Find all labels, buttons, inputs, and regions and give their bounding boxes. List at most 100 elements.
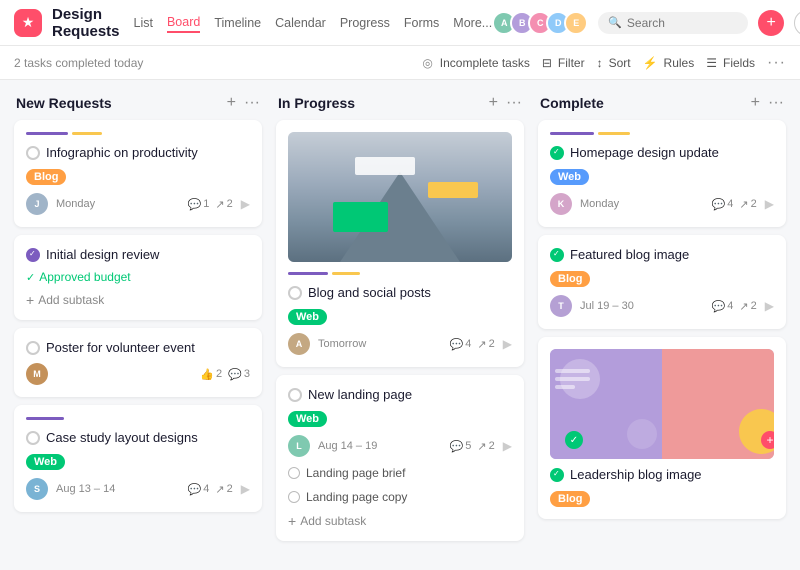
column-in-progress: In Progress + ··· Blog and <box>276 94 524 541</box>
add-button[interactable]: + <box>758 10 784 36</box>
comment-count: 💬 1 <box>188 198 210 211</box>
card-title-featured-blog: Featured blog image <box>550 247 774 262</box>
card-meta: 💬 4 ↗ 2 <box>450 338 495 351</box>
subtask-label-1: Landing page brief <box>306 466 405 480</box>
add-subtask-btn[interactable]: Add subtask <box>288 513 512 529</box>
card-date: Aug 13 – 14 <box>56 483 115 495</box>
card-title-case-study: Case study layout designs <box>26 430 250 445</box>
card-bars <box>550 132 774 135</box>
subitem-count: ↗ 2 <box>215 198 232 211</box>
card-footer: M 👍 2 💬 3 <box>26 363 250 385</box>
more-options[interactable]: ··· <box>767 54 786 72</box>
nav-more[interactable]: More... <box>453 14 492 32</box>
expand-button[interactable]: ▶ <box>503 337 512 351</box>
bar-yellow <box>332 272 360 275</box>
card-landing-page: New landing page Web L Aug 14 – 19 💬 5 ↗… <box>276 375 524 541</box>
subtask-2: Landing page copy <box>288 489 512 505</box>
user-avatars: A B C D E <box>492 11 588 35</box>
col-title-new-requests: New Requests <box>16 95 112 111</box>
filter-action[interactable]: ⊟Filter <box>542 56 585 70</box>
card-footer: K Monday 💬 4 ↗ 2 ▶ <box>550 193 774 215</box>
card-image-colorful: ✓ + <box>550 349 774 459</box>
search-input[interactable] <box>627 16 738 30</box>
card-avatar: L <box>288 435 310 457</box>
search-icon: 🔍 <box>608 16 622 29</box>
card-footer: T Jul 19 – 30 💬 4 ↗ 2 ▶ <box>550 295 774 317</box>
nav-calendar[interactable]: Calendar <box>275 14 326 32</box>
top-bar: ★ Design Requests List Board Timeline Ca… <box>0 0 800 46</box>
tag-blog: Blog <box>550 271 590 287</box>
col-add-new-requests[interactable]: + <box>227 94 236 112</box>
sub-bar: 2 tasks completed today ◎Incomplete task… <box>0 46 800 80</box>
card-bars <box>288 272 512 275</box>
col-more-in-progress[interactable]: ··· <box>506 94 522 112</box>
task-status-icon <box>26 146 40 160</box>
card-footer: S Aug 13 – 14 💬 4 ↗ 2 ▶ <box>26 478 250 500</box>
tag-web: Web <box>26 454 65 470</box>
design-left-panel: ✓ <box>550 349 662 459</box>
card-case-study: Case study layout designs Web S Aug 13 –… <box>14 405 262 512</box>
nav-list[interactable]: List <box>134 14 153 32</box>
bar-yellow <box>72 132 102 135</box>
avatar-5: E <box>564 11 588 35</box>
task-status-icon <box>288 388 302 402</box>
card-title-poster: Poster for volunteer event <box>26 340 250 355</box>
tag-blog: Blog <box>550 491 590 507</box>
task-status-complete-icon <box>550 468 564 482</box>
tag-blog: Blog <box>26 169 66 185</box>
rules-action[interactable]: ⚡Rules <box>643 56 695 70</box>
subtask-label-2: Landing page copy <box>306 490 407 504</box>
card-leadership-blog: ✓ + Leadership blog image Blog <box>538 337 786 519</box>
like-count: 👍 2 <box>200 368 222 381</box>
card-title-leadership: Leadership blog image <box>550 467 774 482</box>
card-blog-social: Blog and social posts Web A Tomorrow 💬 4… <box>276 120 524 367</box>
col-add-in-progress[interactable]: + <box>489 94 498 112</box>
card-avatar: K <box>550 193 572 215</box>
tag-web: Web <box>288 309 327 325</box>
expand-button[interactable]: ▶ <box>765 299 774 313</box>
col-more-new-requests[interactable]: ··· <box>244 94 260 112</box>
card-date: Tomorrow <box>318 338 366 350</box>
fields-action[interactable]: ☰Fields <box>706 56 755 70</box>
add-subtask-btn[interactable]: Add subtask <box>26 292 250 308</box>
nav-timeline[interactable]: Timeline <box>214 14 261 32</box>
card-avatar: J <box>26 193 48 215</box>
top-right-actions: A B C D E 🔍 + ? U <box>492 10 800 36</box>
help-button[interactable]: ? <box>794 10 800 36</box>
app-title: Design Requests <box>52 6 120 40</box>
bar-purple <box>26 417 64 420</box>
comment-count: 💬 3 <box>228 368 250 381</box>
card-meta: 👍 2 💬 3 <box>200 368 250 381</box>
design-circle2 <box>627 419 657 449</box>
sub-bar-actions: ◎Incomplete tasks ⊟Filter ↕Sort ⚡Rules ☰… <box>422 54 786 72</box>
card-title-infographic: Infographic on productivity <box>26 145 250 160</box>
expand-button[interactable]: ▶ <box>241 197 250 211</box>
column-new-requests: New Requests + ··· Infographic on produc… <box>14 94 262 512</box>
card-footer: A Tomorrow 💬 4 ↗ 2 ▶ <box>288 333 512 355</box>
nav-progress[interactable]: Progress <box>340 14 390 32</box>
sort-action[interactable]: ↕Sort <box>597 56 631 70</box>
search-bar[interactable]: 🔍 <box>598 12 748 34</box>
subtask-1: Landing page brief <box>288 465 512 481</box>
design-plus-icon: + <box>761 431 774 449</box>
task-status-icon <box>288 286 302 300</box>
expand-button[interactable]: ▶ <box>765 197 774 211</box>
board: New Requests + ··· Infographic on produc… <box>0 80 800 570</box>
col-actions-complete: + ··· <box>751 94 784 112</box>
expand-button[interactable]: ▶ <box>503 439 512 453</box>
card-date: Aug 14 – 19 <box>318 440 377 452</box>
expand-button[interactable]: ▶ <box>241 482 250 496</box>
nav-board[interactable]: Board <box>167 13 200 33</box>
card-title-blog-social: Blog and social posts <box>288 285 512 300</box>
nav-forms[interactable]: Forms <box>404 14 439 32</box>
col-more-complete[interactable]: ··· <box>768 94 784 112</box>
tag-web: Web <box>288 411 327 427</box>
card-meta: 💬 4 ↗ 2 <box>712 300 757 313</box>
subitem-count: ↗ 2 <box>477 338 494 351</box>
overlay-teal <box>333 202 388 232</box>
card-title-design-review: Initial design review <box>26 247 250 262</box>
card-avatar: T <box>550 295 572 317</box>
approved-badge: Approved budget <box>26 270 250 284</box>
incomplete-tasks-action[interactable]: ◎Incomplete tasks <box>422 56 530 70</box>
col-add-complete[interactable]: + <box>751 94 760 112</box>
